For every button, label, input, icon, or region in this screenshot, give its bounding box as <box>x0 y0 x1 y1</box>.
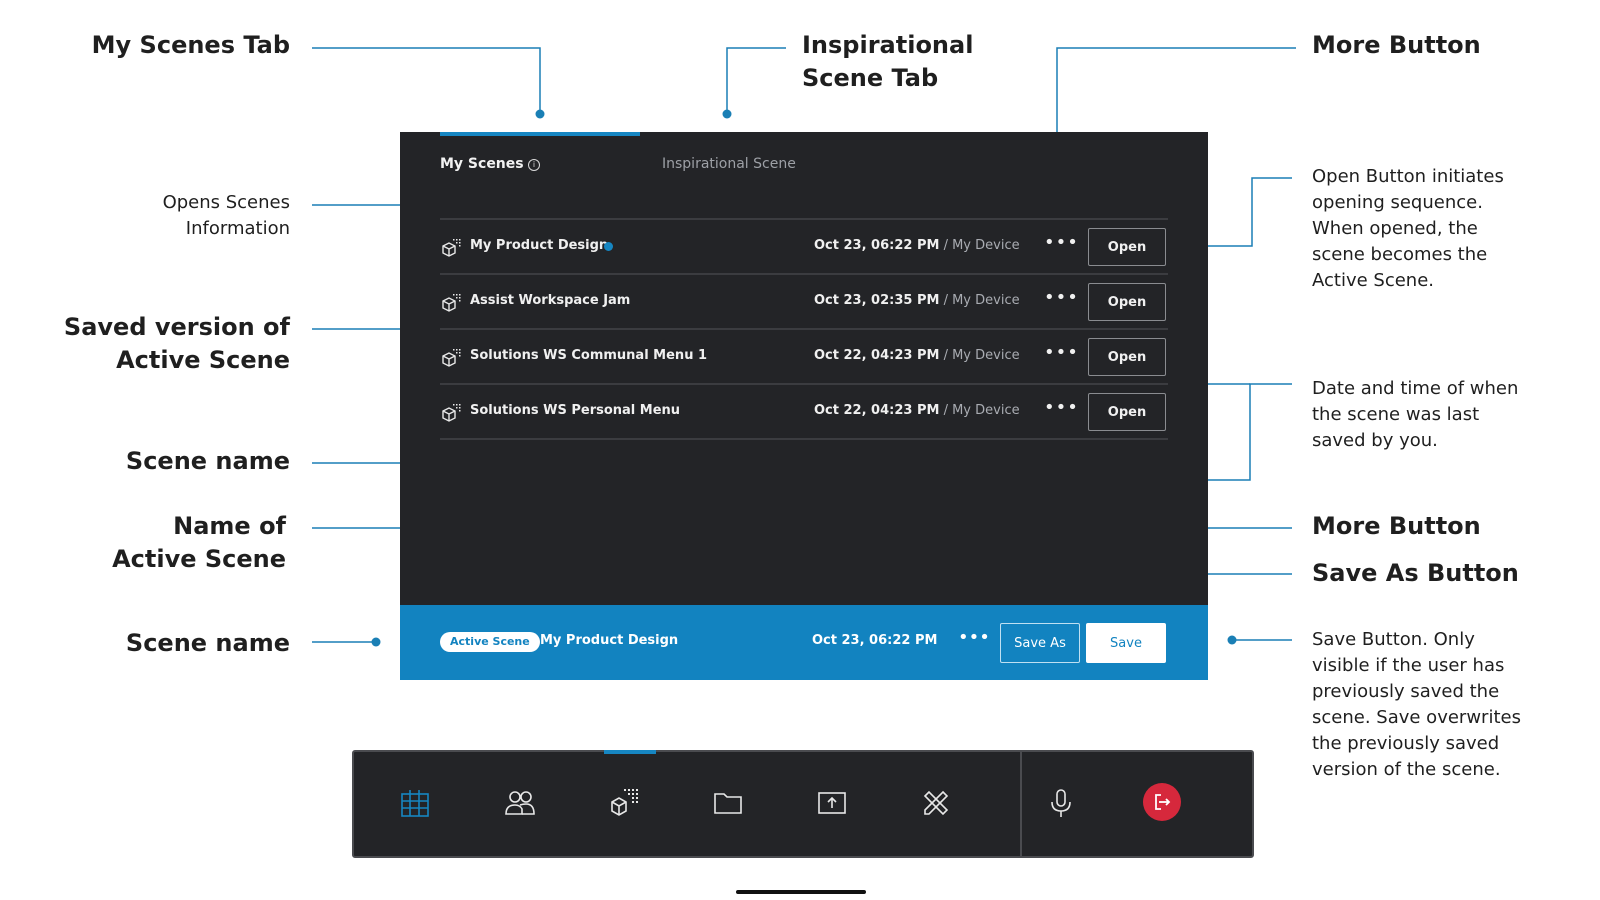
open-button[interactable]: Open <box>1088 283 1166 321</box>
tab-my-scenes[interactable]: My Scenes <box>440 156 524 172</box>
tab-inspirational-scene[interactable]: Inspirational Scene <box>662 156 796 172</box>
active-scene-marker <box>604 242 613 251</box>
device-separator: / <box>939 238 953 253</box>
label-save-as-button: Save As Button <box>1312 559 1519 587</box>
scene-device: My Device <box>952 238 1020 253</box>
share-screen-icon[interactable] <box>815 786 849 820</box>
scene-cube-icon <box>442 294 461 312</box>
label-name-of-active-scene: Name of Active Scene <box>112 512 286 573</box>
label-open-button-description: Open Button initiates opening sequence. … <box>1312 166 1504 291</box>
toolbar-divider <box>1020 752 1022 856</box>
open-button[interactable]: Open <box>1088 338 1166 376</box>
active-tab-indicator <box>440 132 640 136</box>
scene-device: My Device <box>952 293 1020 308</box>
device-separator: / <box>939 348 953 363</box>
label-scene-name-2: Scene name <box>125 629 290 657</box>
open-button[interactable]: Open <box>1088 393 1166 431</box>
label-date-time-description: Date and time of when the scene was last… <box>1312 378 1519 451</box>
grid-icon[interactable] <box>398 786 432 820</box>
scene-date: Oct 22, 04:23 PM <box>814 403 940 418</box>
active-scene-bar: Active Scene My Product Design Oct 23, 0… <box>400 605 1208 680</box>
connector-my-scenes-tab <box>312 47 541 114</box>
scene-date-device: Oct 23, 06:22 PM / My Device <box>814 238 1020 253</box>
scene-row: Assist Workspace Jam Oct 23, 02:35 PM / … <box>440 275 1168 330</box>
scene-date-device: Oct 22, 04:23 PM / My Device <box>814 403 1020 418</box>
label-opens-scenes-information: Opens Scenes Information <box>162 192 290 239</box>
scene-cube-icon <box>442 404 461 422</box>
device-separator: / <box>939 403 953 418</box>
scene-name: My Product Design <box>470 238 609 253</box>
scene-name: Solutions WS Personal Menu <box>470 403 681 418</box>
label-scene-name-1: Scene name <box>125 447 290 475</box>
more-button[interactable]: ••• <box>1044 232 1079 253</box>
active-scene-more-button[interactable]: ••• <box>958 627 990 648</box>
connector-inspirational-tab <box>726 47 786 114</box>
scene-date: Oct 23, 06:22 PM <box>814 238 940 253</box>
active-scene-date: Oct 23, 06:22 PM <box>812 633 938 648</box>
open-button[interactable]: Open <box>1088 228 1166 266</box>
label-inspirational-tab: Inspirational Scene Tab <box>802 31 974 92</box>
scene-row: Solutions WS Personal Menu Oct 22, 04:23… <box>440 385 1168 440</box>
people-icon[interactable] <box>503 786 537 820</box>
scene-device: My Device <box>952 403 1020 418</box>
save-button[interactable]: Save <box>1086 623 1166 663</box>
scene-name: Assist Workspace Jam <box>470 293 631 308</box>
active-scene-name: My Product Design <box>540 633 679 648</box>
scenes-icon[interactable] <box>607 786 641 820</box>
toolbar-active-indicator <box>604 750 656 754</box>
home-indicator <box>736 890 866 894</box>
scene-device: My Device <box>952 348 1020 363</box>
label-save-button-description: Save Button. Only visible if the user ha… <box>1312 629 1521 780</box>
more-button[interactable]: ••• <box>1044 342 1079 363</box>
scene-cube-icon <box>442 349 461 367</box>
scene-date-device: Oct 23, 02:35 PM / My Device <box>814 293 1020 308</box>
bottom-toolbar <box>352 750 1254 858</box>
scene-date: Oct 22, 04:23 PM <box>814 348 940 363</box>
scene-name: Solutions WS Communal Menu 1 <box>470 348 708 363</box>
more-button[interactable]: ••• <box>1044 287 1079 308</box>
microphone-icon[interactable] <box>1044 786 1078 820</box>
info-icon[interactable]: i <box>528 159 540 171</box>
scene-cube-icon <box>442 239 461 257</box>
scenes-panel: My Scenes i Inspirational Scene My Produ… <box>400 132 1208 680</box>
tools-icon[interactable] <box>919 786 953 820</box>
label-more-button-top: More Button <box>1312 31 1481 59</box>
scene-date-device: Oct 22, 04:23 PM / My Device <box>814 348 1020 363</box>
device-separator: / <box>939 293 953 308</box>
label-my-scenes-tab: My Scenes Tab <box>91 31 290 59</box>
folder-icon[interactable] <box>711 786 745 820</box>
active-scene-badge: Active Scene <box>440 632 540 652</box>
scene-row: My Product Design Oct 23, 06:22 PM / My … <box>440 220 1168 275</box>
save-as-button[interactable]: Save As <box>1000 623 1080 663</box>
scene-row: Solutions WS Communal Menu 1 Oct 22, 04:… <box>440 330 1168 385</box>
label-more-button-bottom: More Button <box>1312 512 1481 540</box>
leave-icon[interactable] <box>1142 782 1182 822</box>
scene-date: Oct 23, 02:35 PM <box>814 293 940 308</box>
more-button[interactable]: ••• <box>1044 397 1079 418</box>
label-saved-version: Saved version of Active Scene <box>63 313 290 374</box>
divider <box>440 438 1168 440</box>
